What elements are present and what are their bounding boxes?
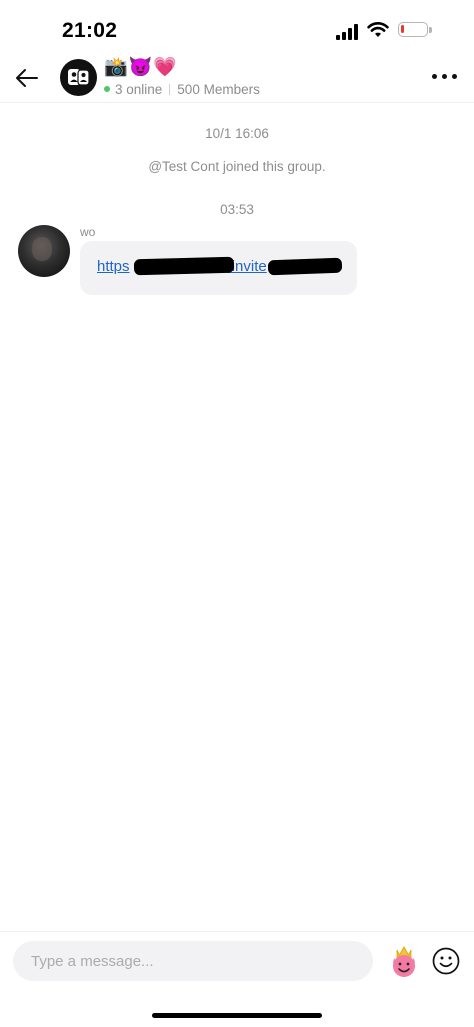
- battery-icon: [398, 22, 428, 37]
- status-bar: 21:02: [0, 0, 474, 60]
- crown-devil-sticker-icon[interactable]: [389, 944, 419, 978]
- home-indicator: [152, 1013, 322, 1018]
- group-people-icon: [68, 69, 89, 86]
- meta-divider: [169, 84, 171, 95]
- sender-avatar[interactable]: [18, 225, 70, 277]
- sender-name: wo: [80, 225, 96, 239]
- group-name[interactable]: 📸😈💗: [104, 56, 178, 80]
- group-avatar[interactable]: [60, 59, 97, 96]
- members-count[interactable]: 500 Members: [177, 82, 260, 97]
- smiley-face-icon[interactable]: [432, 947, 460, 975]
- back-arrow-icon[interactable]: [12, 63, 42, 93]
- more-options-icon[interactable]: [432, 71, 458, 81]
- redaction-mark: [267, 257, 343, 276]
- chat-header: 📸😈💗 3 online 500 Members: [0, 55, 474, 103]
- message-input[interactable]: [13, 941, 373, 981]
- status-time: 21:02: [62, 19, 118, 42]
- battery-level: [401, 25, 404, 33]
- signal-strength-icon: [336, 24, 358, 40]
- time-separator: 03:53: [220, 202, 254, 217]
- system-join-message: @Test Cont joined this group.: [148, 159, 326, 174]
- chat-screen: 21:02 📸😈💗 3 online 500 Members 10/1 16:0…: [0, 0, 474, 1027]
- date-separator: 10/1 16:06: [205, 126, 269, 141]
- redaction-mark: [133, 256, 235, 276]
- message-list[interactable]: 10/1 16:06 @Test Cont joined this group.…: [0, 103, 474, 931]
- message-bubble[interactable]: https/invite: [80, 241, 357, 295]
- link-prefix: https: [97, 258, 130, 275]
- battery-cap: [429, 27, 432, 33]
- group-meta: 3 online 500 Members: [104, 82, 260, 97]
- wifi-icon: [367, 22, 389, 37]
- online-count: 3 online: [115, 82, 163, 97]
- online-status-dot: [104, 86, 110, 92]
- message-input-bar: [0, 931, 474, 992]
